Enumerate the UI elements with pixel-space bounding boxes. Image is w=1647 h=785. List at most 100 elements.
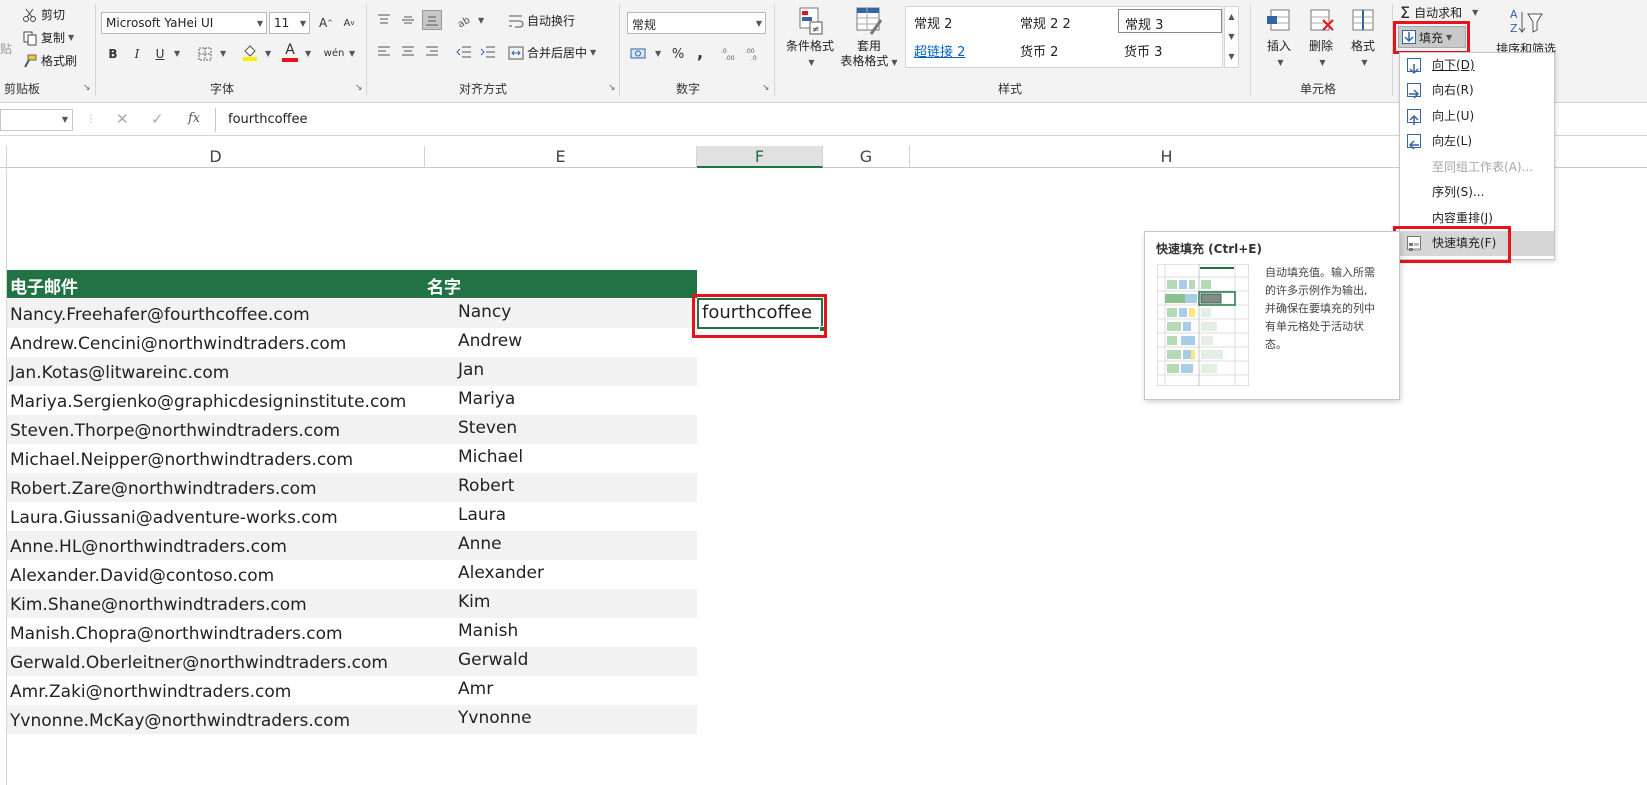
- chevron-down-icon[interactable]: ▼: [68, 33, 74, 42]
- chevron-down-icon[interactable]: ▼: [305, 49, 311, 58]
- cell-name[interactable]: Laura: [458, 505, 506, 525]
- column-header-g[interactable]: G: [823, 146, 910, 168]
- grow-font-icon[interactable]: A ^: [316, 13, 336, 33]
- cell-email[interactable]: Jan.Kotas@litwareinc.com: [10, 363, 229, 383]
- table-row[interactable]: Laura.Giussani@adventure-works.com Laura: [7, 502, 697, 531]
- font-size-select[interactable]: 11 ▼: [269, 12, 310, 34]
- table-row[interactable]: Yvnonne.McKay@northwindtraders.com Yvnonn…: [7, 705, 697, 734]
- table-row[interactable]: Alexander.David@contoso.com Alexander: [7, 560, 697, 589]
- delete-cells-button[interactable]: 删除 ▼: [1300, 6, 1342, 70]
- fill-color-icon[interactable]: [240, 42, 260, 62]
- style-currency-3[interactable]: 货币 3: [1118, 37, 1222, 61]
- increase-decimal-icon[interactable]: .0.00: [720, 44, 740, 64]
- font-name-select[interactable]: Microsoft YaHei UI ▼: [101, 12, 267, 34]
- chevron-down-icon[interactable]: ▼: [590, 48, 596, 57]
- menu-item-series[interactable]: 序列(S)...: [1400, 180, 1554, 205]
- sort-filter-icon[interactable]: AZ: [1510, 6, 1544, 39]
- chevron-down-icon[interactable]: ▼: [349, 49, 355, 58]
- cell-email[interactable]: Alexander.David@contoso.com: [10, 566, 274, 586]
- table-row[interactable]: Manish.Chopra@northwindtraders.com Manish: [7, 618, 697, 647]
- column-header-h[interactable]: H: [910, 146, 1424, 168]
- chevron-down-icon[interactable]: ▼: [478, 16, 484, 25]
- cell-email[interactable]: Amr.Zaki@northwindtraders.com: [10, 682, 291, 702]
- cell-name[interactable]: Yvnonne: [458, 708, 532, 728]
- conditional-format-button[interactable]: ≠ 条件格式 ▼: [782, 6, 838, 70]
- chevron-down-icon[interactable]: ▼: [220, 49, 226, 58]
- table-row[interactable]: Nancy.Freehafer@fourthcoffee.com Nancy: [7, 299, 697, 328]
- decrease-decimal-icon[interactable]: .00.0: [744, 44, 764, 64]
- header-email[interactable]: 电子邮件: [10, 273, 78, 298]
- align-right-icon[interactable]: [422, 42, 442, 62]
- bold-button[interactable]: B: [103, 44, 123, 64]
- table-row[interactable]: Amr.Zaki@northwindtraders.com Amr: [7, 676, 697, 705]
- column-header-e[interactable]: E: [425, 146, 697, 168]
- paste-label-partial[interactable]: 贴: [0, 40, 12, 57]
- chevron-down-icon[interactable]: ▼: [265, 49, 271, 58]
- style-currency-2[interactable]: 货币 2: [1014, 37, 1118, 61]
- comma-style-button[interactable]: ,: [690, 42, 710, 62]
- italic-button[interactable]: I: [127, 44, 147, 64]
- chevron-down-icon[interactable]: ▼: [174, 49, 180, 58]
- enter-icon[interactable]: ✓: [151, 110, 164, 128]
- style-hyperlink-2[interactable]: 超链接 2: [908, 37, 1012, 61]
- cell-name[interactable]: Robert: [458, 476, 514, 496]
- table-row[interactable]: Gerwald.Oberleitner@northwindtraders.com…: [7, 647, 697, 676]
- column-header-d[interactable]: D: [7, 146, 425, 168]
- autosum-button[interactable]: Σ 自动求和 ▼: [1400, 3, 1478, 22]
- cell-email[interactable]: Steven.Thorpe@northwindtraders.com: [10, 421, 340, 441]
- wrap-text-button[interactable]: 自动换行: [508, 12, 575, 29]
- table-row[interactable]: Steven.Thorpe@northwindtraders.com Steven: [7, 415, 697, 444]
- style-normal-3[interactable]: 常规 3: [1118, 9, 1222, 33]
- align-middle-icon[interactable]: [398, 10, 418, 30]
- align-center-icon[interactable]: [398, 42, 418, 62]
- menu-item-fill-up[interactable]: 向上(U): [1400, 104, 1554, 129]
- chevron-down-icon[interactable]: ▼: [1472, 8, 1478, 17]
- table-row[interactable]: Kim.Shane@northwindtraders.com Kim: [7, 589, 697, 618]
- cancel-icon[interactable]: ✕: [116, 110, 129, 128]
- align-top-icon[interactable]: [374, 10, 394, 30]
- dialog-launcher-icon[interactable]: ↘: [355, 84, 364, 93]
- borders-icon[interactable]: [195, 44, 215, 64]
- style-normal-2-2[interactable]: 常规 2 2: [1014, 9, 1118, 33]
- copy-button[interactable]: 复制 ▼: [22, 29, 74, 46]
- underline-button[interactable]: U: [150, 44, 170, 64]
- font-color-icon[interactable]: A: [280, 42, 300, 62]
- cell-email[interactable]: Andrew.Cencini@northwindtraders.com: [10, 334, 346, 354]
- cut-button[interactable]: 剪切: [22, 6, 65, 23]
- cell-name[interactable]: Steven: [458, 418, 517, 438]
- cell-email[interactable]: Gerwald.Oberleitner@northwindtraders.com: [10, 653, 388, 673]
- cell-name[interactable]: Mariya: [458, 389, 515, 409]
- cell-email[interactable]: Yvnonne.McKay@northwindtraders.com: [10, 711, 350, 731]
- cell-name[interactable]: Amr: [458, 679, 493, 699]
- format-as-table-button[interactable]: 套用 表格格式 ▼: [836, 6, 902, 70]
- cell-email[interactable]: Kim.Shane@northwindtraders.com: [10, 595, 307, 615]
- align-left-icon[interactable]: [374, 42, 394, 62]
- table-row[interactable]: Jan.Kotas@litwareinc.com Jan: [7, 357, 697, 386]
- table-row[interactable]: Michael.Neipper@northwindtraders.com Mich…: [7, 444, 697, 473]
- shrink-font-icon[interactable]: Av: [339, 13, 359, 33]
- cell-name[interactable]: Gerwald: [458, 650, 528, 670]
- align-bottom-icon[interactable]: [422, 10, 442, 30]
- cell-email[interactable]: Anne.HL@northwindtraders.com: [10, 537, 287, 557]
- table-row[interactable]: Mariya.Sergienko@graphicdesigninstitute.…: [7, 386, 697, 415]
- cell-email[interactable]: Robert.Zare@northwindtraders.com: [10, 479, 317, 499]
- cell-email[interactable]: Mariya.Sergienko@graphicdesigninstitute.…: [10, 392, 406, 412]
- style-normal-2[interactable]: 常规 2: [908, 9, 1012, 33]
- cell-name[interactable]: Michael: [458, 447, 523, 467]
- menu-item-fill-down[interactable]: 向下(D): [1400, 53, 1554, 78]
- format-cells-button[interactable]: 格式 ▼: [1342, 6, 1384, 70]
- dialog-launcher-icon[interactable]: ↘: [762, 84, 771, 93]
- cell-name[interactable]: Kim: [458, 592, 490, 612]
- gallery-scroll[interactable]: ▲ ▼ ▼: [1224, 6, 1239, 68]
- format-painter-button[interactable]: 格式刷: [22, 52, 77, 69]
- chevron-down-icon[interactable]: ▼: [655, 49, 661, 58]
- header-name[interactable]: 名字: [427, 273, 461, 298]
- table-row[interactable]: Andrew.Cencini@northwindtraders.com Andre…: [7, 328, 697, 357]
- text-orientation-icon[interactable]: ab: [454, 10, 474, 30]
- phonetic-guide-icon[interactable]: wén: [324, 43, 345, 63]
- cell-name[interactable]: Andrew: [458, 331, 522, 351]
- insert-function-icon[interactable]: fx: [188, 111, 200, 126]
- menu-item-fill-left[interactable]: 向左(L): [1400, 129, 1554, 154]
- dialog-launcher-icon[interactable]: ↘: [83, 84, 92, 93]
- insert-cells-button[interactable]: 插入 ▼: [1258, 6, 1300, 70]
